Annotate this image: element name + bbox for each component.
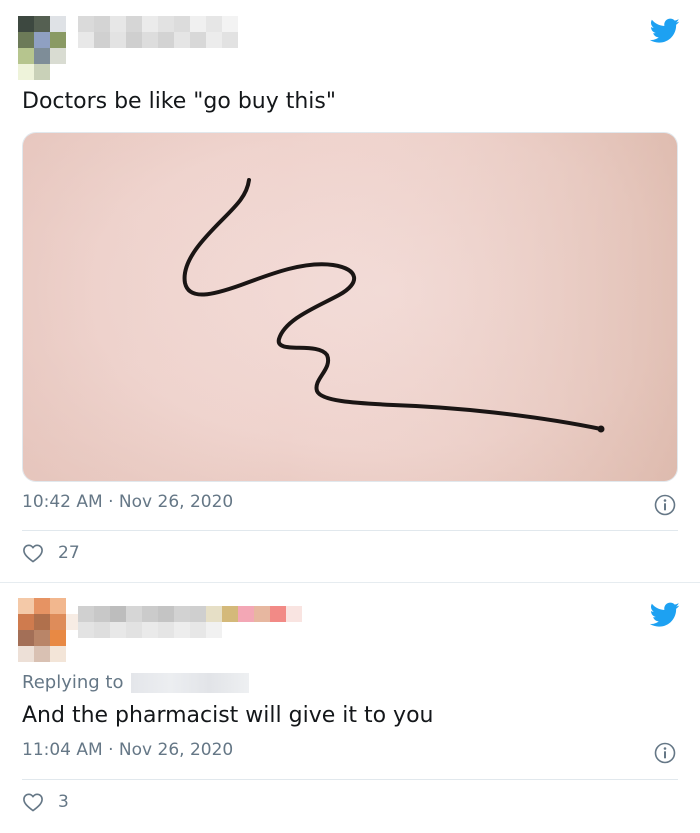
divider xyxy=(22,779,678,780)
display-name-blurred[interactable] xyxy=(78,16,238,32)
handle-blurred[interactable] xyxy=(78,32,238,48)
tweet-date: Nov 26, 2020 xyxy=(118,740,234,760)
tweet-date: Nov 26, 2020 xyxy=(118,492,234,512)
twitter-bird-icon[interactable] xyxy=(650,18,680,44)
scribble-signature-image xyxy=(23,133,677,481)
avatar[interactable] xyxy=(18,16,66,80)
twitter-bird-icon[interactable] xyxy=(650,602,680,628)
display-name-blurred[interactable] xyxy=(78,606,302,622)
separator-dot: · xyxy=(108,492,119,512)
replying-to-label: Replying to xyxy=(22,672,124,693)
info-icon[interactable] xyxy=(654,494,676,516)
tweet-time: 10:42 AM xyxy=(22,492,103,512)
like-count: 27 xyxy=(58,543,80,563)
replied-handle-blurred[interactable] xyxy=(131,672,250,693)
tweet-time: 11:04 AM xyxy=(22,740,103,760)
avatar[interactable] xyxy=(18,598,82,662)
like-button[interactable]: 3 xyxy=(22,792,69,812)
like-button[interactable]: 27 xyxy=(22,543,80,563)
divider xyxy=(22,530,678,531)
separator-dot: · xyxy=(108,740,119,760)
replying-to: Replying to xyxy=(22,672,250,693)
tweet-card: Doctors be like "go buy this" 10:42 AM ·… xyxy=(0,0,700,583)
tweet-text: Doctors be like "go buy this" xyxy=(22,89,337,114)
tweet-image[interactable] xyxy=(22,132,678,482)
info-icon[interactable] xyxy=(654,742,676,764)
like-count: 3 xyxy=(58,792,69,812)
heart-icon xyxy=(23,544,43,563)
tweet-timestamp[interactable]: 11:04 AM · Nov 26, 2020 xyxy=(22,740,233,760)
heart-icon xyxy=(23,793,43,812)
handle-blurred[interactable] xyxy=(78,622,222,638)
tweet-text: And the pharmacist will give it to you xyxy=(22,703,434,728)
tweet-timestamp[interactable]: 10:42 AM · Nov 26, 2020 xyxy=(22,492,233,512)
